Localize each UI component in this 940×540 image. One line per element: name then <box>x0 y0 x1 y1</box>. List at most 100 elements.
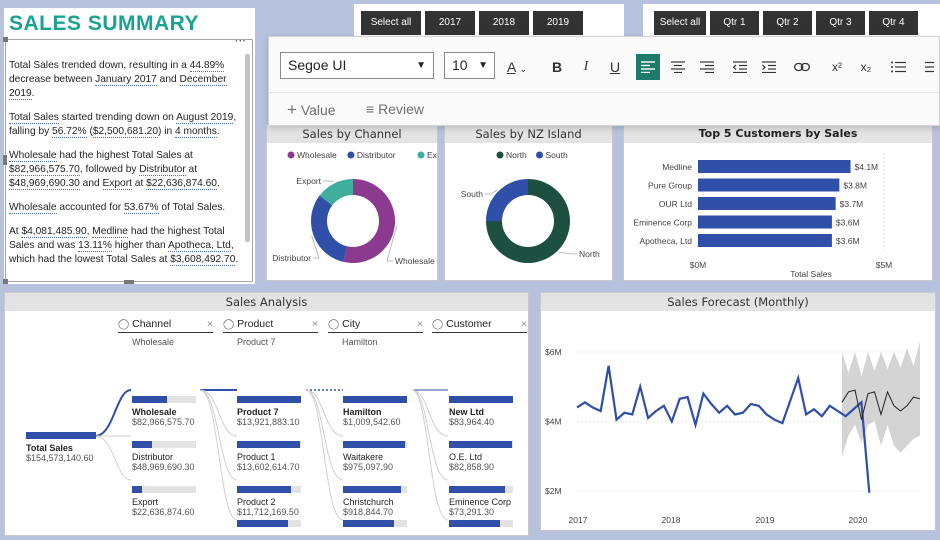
tree-node[interactable]: O.E. Ltd $82,858.90 <box>449 441 513 472</box>
x-tick: 2018 <box>662 515 681 525</box>
node-value: $918,844.70 <box>343 507 394 517</box>
bulb-icon[interactable]: ◯ <box>328 319 339 330</box>
align-left-icon <box>641 61 655 74</box>
node-bar <box>343 441 407 448</box>
y-tick: $2M <box>545 486 562 496</box>
narrative-scrollbar[interactable] <box>245 54 250 242</box>
bar[interactable] <box>698 178 840 192</box>
increase-indent-button[interactable] <box>757 54 781 80</box>
corner-handle-bl[interactable] <box>3 279 8 284</box>
actual-sales-line[interactable] <box>576 365 871 493</box>
sales-by-island-card[interactable]: Sales by NZ Island North South North South <box>444 124 613 281</box>
node-name: O.E. Ltd <box>449 452 483 462</box>
node-value: $1,009,542.60 <box>343 417 401 427</box>
tree-node-root[interactable]: Total Sales $154,573,140.60 <box>26 432 96 463</box>
legend-marker <box>496 151 504 159</box>
bulb-icon[interactable]: ◯ <box>118 319 129 330</box>
node-bar <box>343 520 407 527</box>
subscript-button[interactable]: x₂ <box>853 54 879 80</box>
sales-summary-title: SALES SUMMARY <box>9 12 200 35</box>
review-button[interactable]: ≡ Review <box>366 101 424 117</box>
align-left-button[interactable] <box>636 54 660 80</box>
year-select-all[interactable]: Select all <box>361 11 421 35</box>
corner-handle-tl[interactable] <box>3 37 8 42</box>
node-bar-fill <box>449 486 505 493</box>
top-customers-card[interactable]: Top 5 Customers by Sales Medline $4.1M Pur… <box>623 124 933 281</box>
year-2017[interactable]: 2017 <box>425 11 475 35</box>
bold-button[interactable]: B <box>544 54 570 80</box>
close-icon[interactable]: × <box>207 318 213 330</box>
tree-node[interactable]: Wholesale $82,966,575.70 <box>132 396 196 427</box>
sales-analysis-title: Sales Analysis <box>5 293 528 311</box>
tree-node[interactable]: New Ltd $83,964.40 <box>449 396 513 427</box>
close-icon[interactable]: × <box>521 318 527 330</box>
node-name: Product 7 <box>237 407 279 417</box>
tree-node[interactable]: Product 2 $11,712,169.50 <box>237 486 301 517</box>
tree-node[interactable]: Product 1 $13,602,614.70 <box>237 441 301 472</box>
qtr-select-all[interactable]: Select all <box>654 11 706 35</box>
node-name: Wholesale <box>132 407 177 417</box>
bulb-icon[interactable]: ◯ <box>223 319 234 330</box>
smart-narrative-frame[interactable]: ··· Total Sales trended down, resulting … <box>3 34 253 284</box>
tree-node[interactable]: Waitakere $975,097.90 <box>343 441 407 472</box>
bar[interactable] <box>698 197 836 210</box>
tree-column-city: ◯ City × Hamilton <box>328 318 423 347</box>
year-2018[interactable]: 2018 <box>479 11 529 35</box>
sales-forecast-card[interactable]: Sales Forecast (Monthly) $6M $4M $2M 2017 20… <box>540 292 936 531</box>
text-format-toolbar: Segoe UI ▼ 10 ▼ A ⌄ B I U x² x₂ + Value … <box>268 36 940 126</box>
add-value-button[interactable]: + Value <box>287 100 336 120</box>
bar[interactable] <box>698 234 832 247</box>
pie-slice-distributor[interactable] <box>311 195 348 262</box>
year-2019[interactable]: 2019 <box>533 11 583 35</box>
qtr-2[interactable]: Qtr 2 <box>763 11 812 35</box>
resize-handle-left[interactable] <box>3 155 7 165</box>
tree-node-more[interactable] <box>449 520 513 527</box>
align-center-button[interactable] <box>666 54 690 80</box>
node-name: Christchurch <box>343 497 394 507</box>
qtr-3[interactable]: Qtr 3 <box>816 11 865 35</box>
list-icon <box>890 61 906 73</box>
resize-handle-bottom[interactable] <box>124 280 134 284</box>
hyperlink-button[interactable] <box>790 54 814 80</box>
tree-node[interactable]: Product 7 $13,921,883.10 <box>237 396 301 427</box>
bulb-icon[interactable]: ◯ <box>432 319 443 330</box>
node-value: $83,964.40 <box>449 417 495 427</box>
bar[interactable] <box>698 160 851 173</box>
font-size-select[interactable]: 10 ▼ <box>444 52 495 79</box>
underline-button[interactable]: U <box>602 54 628 80</box>
toolbar-divider <box>269 92 939 93</box>
align-right-button[interactable] <box>695 54 719 80</box>
pie-slice-south[interactable] <box>486 179 528 221</box>
close-icon[interactable]: × <box>312 318 318 330</box>
list-button[interactable] <box>886 54 910 80</box>
close-icon[interactable]: × <box>417 318 423 330</box>
sales-by-channel-card[interactable]: Sales by Channel Wholesale Distributor Exp… <box>266 124 438 281</box>
review-icon: ≡ <box>366 101 375 117</box>
tree-column-product: ◯ Product × Product 7 <box>223 318 318 347</box>
tree-node-more[interactable] <box>237 520 301 527</box>
node-bar <box>449 396 513 403</box>
qtr-1[interactable]: Qtr 1 <box>710 11 759 35</box>
node-bar-fill <box>449 520 501 527</box>
node-value: $13,602,614.70 <box>237 462 300 472</box>
font-color-button[interactable]: A ⌄ <box>501 54 533 80</box>
superscript-button[interactable]: x² <box>824 54 850 80</box>
more-options-icon[interactable]: ··· <box>235 34 246 48</box>
decrease-indent-button[interactable] <box>728 54 752 80</box>
tree-node-more[interactable] <box>343 520 407 527</box>
qtr-4[interactable]: Qtr 4 <box>869 11 918 35</box>
font-family-select[interactable]: Segoe UI ▼ <box>280 52 434 79</box>
tree-node[interactable]: Christchurch $918,844.70 <box>343 486 407 517</box>
node-bar <box>449 441 513 448</box>
year-slicer: Select all 2017 2018 2019 <box>361 11 583 35</box>
numbered-list-button[interactable] <box>916 54 938 80</box>
tree-node[interactable]: Hamilton $1,009,542.60 <box>343 396 407 427</box>
tree-node[interactable]: Distributor $48,969,690.30 <box>132 441 196 472</box>
forecast-confidence-band <box>842 341 920 457</box>
bar[interactable] <box>698 215 832 229</box>
tree-node[interactable]: Export $22,636,874.60 <box>132 486 196 517</box>
italic-button[interactable]: I <box>573 54 599 80</box>
align-right-icon <box>700 61 714 74</box>
legend-label: South <box>546 150 568 160</box>
tree-node[interactable]: Eminence Corp $73,291.30 <box>449 486 513 517</box>
